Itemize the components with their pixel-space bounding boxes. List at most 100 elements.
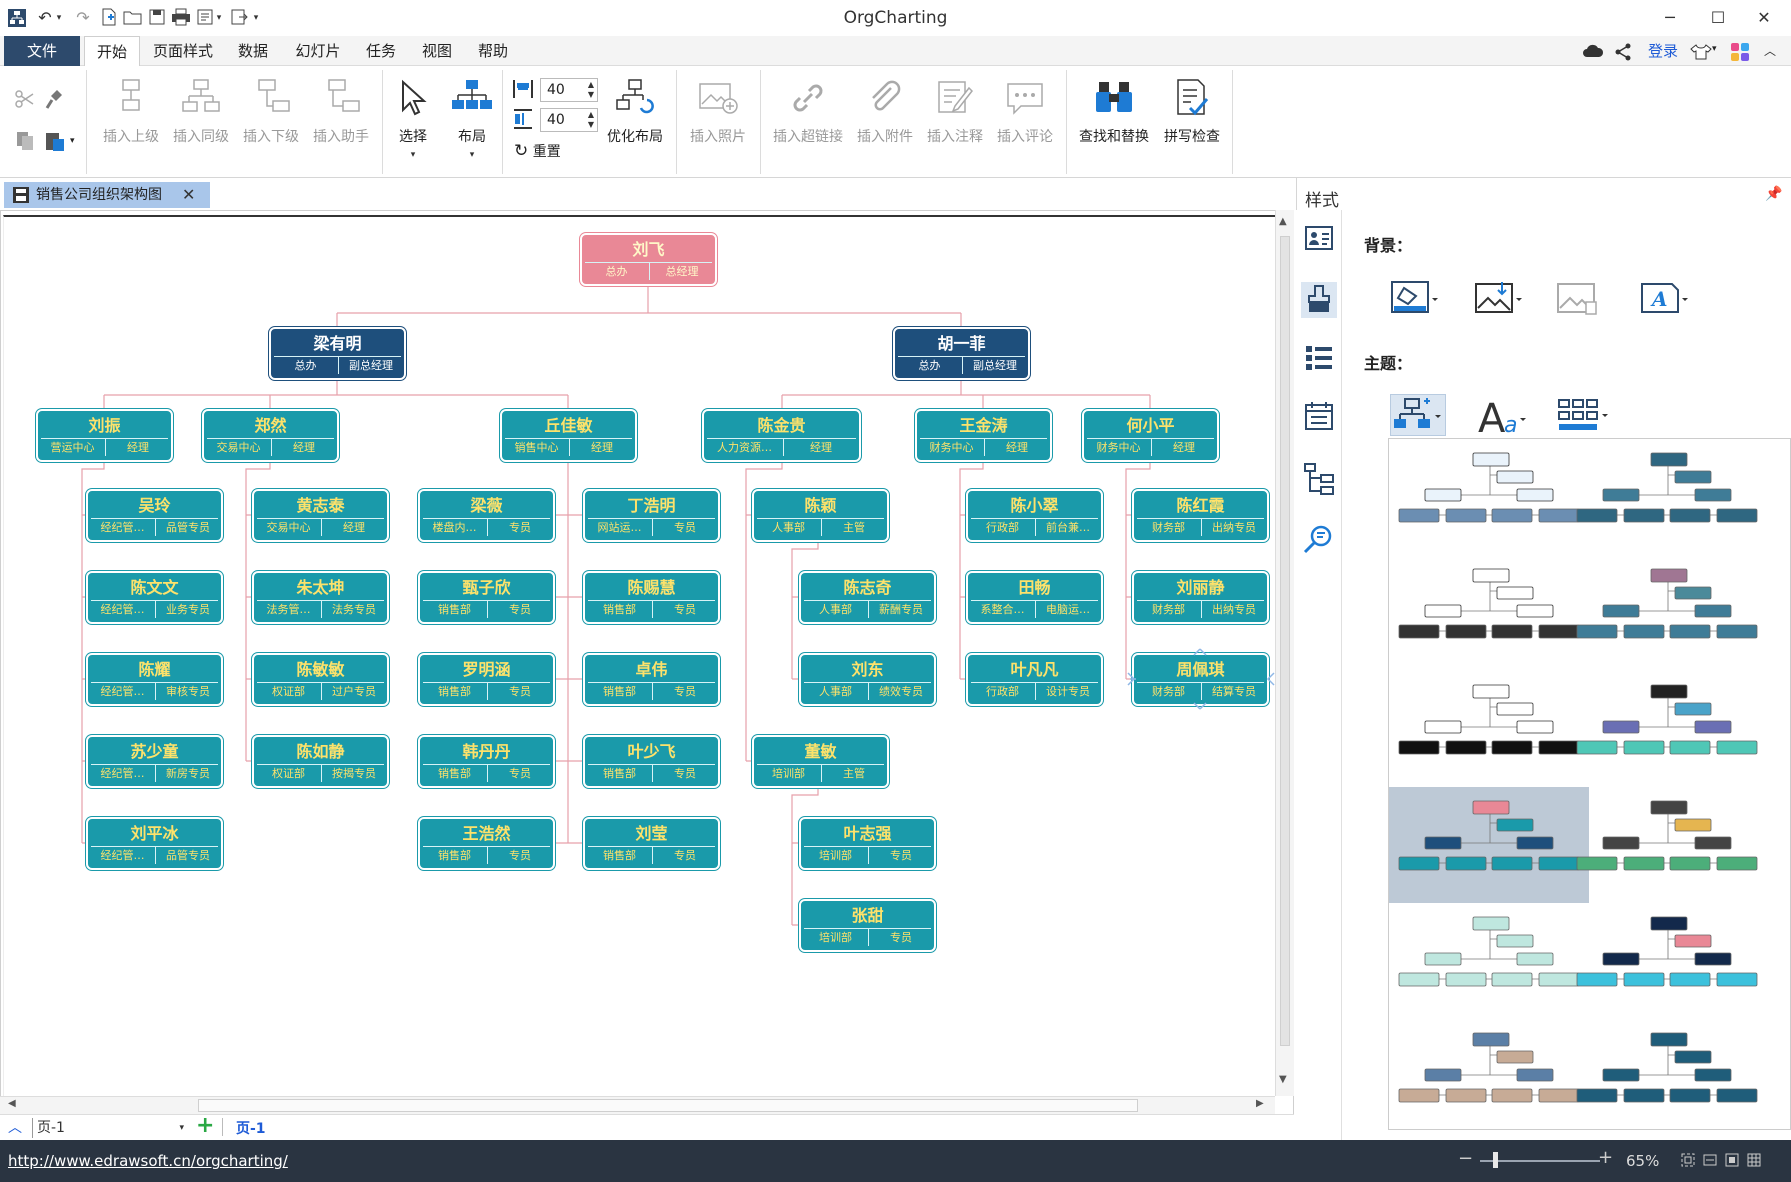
document-tab[interactable]: 销售公司组织架构图 ✕ — [4, 182, 210, 208]
fit-page-icon[interactable] — [1680, 1152, 1696, 1172]
insert-note-button[interactable]: 插入注释 — [920, 66, 990, 178]
pin-icon[interactable]: 📌 — [1765, 186, 1782, 202]
org-node-root[interactable]: 刘飞 总办 总经理 — [582, 235, 715, 284]
full-screen-icon[interactable] — [1724, 1152, 1740, 1172]
org-node-vp[interactable]: 梁有明 总办 副总经理 — [271, 329, 404, 378]
tree-structure-icon[interactable] — [1301, 460, 1337, 496]
org-node-vp[interactable]: 胡一菲 总办 副总经理 — [895, 329, 1028, 378]
theme-font-button[interactable]: Aa — [1476, 392, 1528, 442]
fit-width-icon[interactable] — [1702, 1152, 1718, 1172]
org-node-staff[interactable]: 刘平冰 经纪管… 品管专员 — [88, 819, 221, 868]
menu-slides[interactable]: 幻灯片 — [288, 36, 348, 66]
menu-page-style[interactable]: 页面样式 — [146, 36, 220, 66]
scroll-right-icon[interactable]: ▶ — [1256, 1098, 1264, 1109]
remove-background-button[interactable] — [1556, 278, 1604, 318]
org-node-staff[interactable]: 刘莹 销售部 专员 — [585, 819, 718, 868]
insert-attachment-button[interactable]: 插入附件 — [850, 66, 920, 178]
menu-data[interactable]: 数据 — [230, 36, 276, 66]
customize-quick-access-icon[interactable]: ▾ — [250, 8, 262, 28]
add-page-icon[interactable]: + — [196, 1113, 214, 1138]
zoom-in-icon[interactable]: + — [1598, 1147, 1613, 1168]
paste-dropdown-icon[interactable]: ▾ — [70, 136, 75, 146]
undo-dropdown-icon[interactable]: ▾ — [54, 8, 64, 28]
background-image-button[interactable] — [1474, 278, 1526, 318]
redo-icon[interactable]: ↷ — [72, 8, 94, 28]
scroll-up-icon[interactable]: ▲ — [1279, 216, 1287, 227]
insert-superior-button[interactable]: 插入上级 — [96, 66, 166, 178]
layout-button[interactable]: 布局 ▾ — [444, 66, 500, 178]
maximize-button[interactable]: ☐ — [1696, 4, 1740, 32]
share-icon[interactable] — [1614, 43, 1632, 65]
undo-icon[interactable]: ↶ — [34, 8, 56, 28]
calendar-icon[interactable] — [1301, 398, 1337, 434]
list-icon[interactable] — [1301, 340, 1337, 376]
insert-sibling-button[interactable]: 插入同级 — [166, 66, 236, 178]
contact-card-icon[interactable] — [1301, 220, 1337, 256]
vertical-spacing-input[interactable]: 40 ▲ ▼ — [540, 108, 598, 132]
insert-photo-button[interactable]: 插入照片 — [682, 66, 754, 178]
horizontal-scroll-thumb[interactable] — [198, 1099, 1138, 1112]
theme-layout-button[interactable] — [1390, 394, 1446, 436]
close-window-button[interactable]: ✕ — [1742, 4, 1786, 32]
org-node-manager[interactable]: 王金涛 财务中心 经理 — [917, 411, 1050, 460]
page-tab[interactable]: 页-1 — [236, 1118, 266, 1138]
org-node-staff[interactable]: 陈志奇 人事部 薪酬专员 — [801, 573, 934, 622]
org-node-staff[interactable]: 吴玲 经纪管… 品管专员 — [88, 491, 221, 540]
style-brush-icon[interactable] — [1301, 282, 1337, 318]
paste-icon[interactable] — [44, 130, 66, 156]
org-node-staff[interactable]: 罗明涵 销售部 专员 — [420, 655, 553, 704]
menu-tasks[interactable]: 任务 — [358, 36, 404, 66]
org-node-staff[interactable]: 王浩然 销售部 专员 — [420, 819, 553, 868]
canvas[interactable]: 刘飞 总办 总经理 梁有明 总办 副总经理 胡一菲 总办 副总经理 刘振 营运中心 经理 … — [0, 210, 1294, 1126]
cloud-icon[interactable] — [1582, 43, 1604, 63]
search-icon[interactable] — [1301, 522, 1337, 558]
vertical-scroll-thumb[interactable] — [1280, 236, 1290, 1046]
org-node-staff[interactable]: 陈红霞 财务部 出纳专员 — [1134, 491, 1267, 540]
org-node-staff[interactable]: 叶少飞 销售部 专员 — [585, 737, 718, 786]
optimize-layout-button[interactable]: 优化布局 — [600, 66, 670, 178]
org-node-staff[interactable]: 陈敏敏 权证部 过户专员 — [254, 655, 387, 704]
org-node-staff[interactable]: 张甜 培训部 专员 — [801, 901, 934, 950]
export-dropdown-icon[interactable]: ▾ — [214, 8, 224, 28]
org-node-staff[interactable]: 陈耀 经纪管… 审核专员 — [88, 655, 221, 704]
horizontal-spacing-input[interactable]: 40 ▲ ▼ — [540, 78, 598, 102]
page-selector-dropdown-icon[interactable]: ▾ — [179, 1118, 184, 1138]
org-node-staff[interactable]: 刘丽静 财务部 出纳专员 — [1134, 573, 1267, 622]
zoom-slider[interactable] — [1480, 1160, 1600, 1162]
selection-handles[interactable] — [1122, 643, 1275, 716]
grid-icon[interactable] — [1746, 1152, 1762, 1172]
login-link[interactable]: 登录 — [1640, 36, 1686, 66]
theme-thumbnails[interactable] — [1389, 439, 1791, 1131]
page-list-icon[interactable]: ︿ — [8, 1117, 22, 1137]
background-color-button[interactable] — [1390, 278, 1442, 318]
org-node-staff[interactable]: 韩丹丹 销售部 专员 — [420, 737, 553, 786]
reset-button[interactable]: ↻ 重置 — [514, 140, 594, 162]
copy-icon[interactable] — [14, 130, 36, 156]
scroll-down-icon[interactable]: ▼ — [1279, 1074, 1287, 1085]
insert-comment-button[interactable]: 插入评论 — [990, 66, 1060, 178]
minimize-button[interactable]: ─ — [1648, 4, 1692, 32]
watermark-button[interactable]: A — [1640, 278, 1692, 318]
org-node-staff[interactable]: 陈颖 人事部 主管 — [754, 491, 887, 540]
menu-home[interactable]: 开始 — [84, 36, 140, 67]
select-button[interactable]: 选择 ▾ — [388, 66, 438, 178]
save-icon[interactable] — [146, 8, 168, 28]
drawing-page[interactable]: 刘飞 总办 总经理 梁有明 总办 副总经理 胡一菲 总办 副总经理 刘振 营运中心 经理 … — [3, 215, 1275, 1097]
org-node-manager[interactable]: 丘佳敏 销售中心 经理 — [502, 411, 635, 460]
org-node-staff[interactable]: 陈文文 经纪管… 业务专员 — [88, 573, 221, 622]
open-folder-icon[interactable] — [122, 8, 144, 28]
exit-icon[interactable] — [228, 8, 250, 28]
menu-help[interactable]: 帮助 — [470, 36, 516, 66]
org-node-staff[interactable]: 陈小翠 行政部 前台兼… — [968, 491, 1101, 540]
export-icon[interactable] — [194, 8, 216, 28]
horizontal-scrollbar[interactable]: ◀ ▶ — [0, 1096, 1275, 1114]
insert-hyperlink-button[interactable]: 插入超链接 — [766, 66, 850, 178]
apps-icon[interactable] — [1730, 42, 1750, 66]
find-replace-button[interactable]: 查找和替换 — [1072, 66, 1156, 178]
cut-icon[interactable] — [14, 88, 36, 114]
org-node-staff[interactable]: 陈赐慧 销售部 专员 — [585, 573, 718, 622]
org-node-manager[interactable]: 何小平 财务中心 经理 — [1084, 411, 1217, 460]
org-node-staff[interactable]: 卓伟 销售部 专员 — [585, 655, 718, 704]
org-node-staff[interactable]: 田畅 系整合… 电脑运… — [968, 573, 1101, 622]
zoom-level[interactable]: 65% — [1626, 1152, 1659, 1170]
